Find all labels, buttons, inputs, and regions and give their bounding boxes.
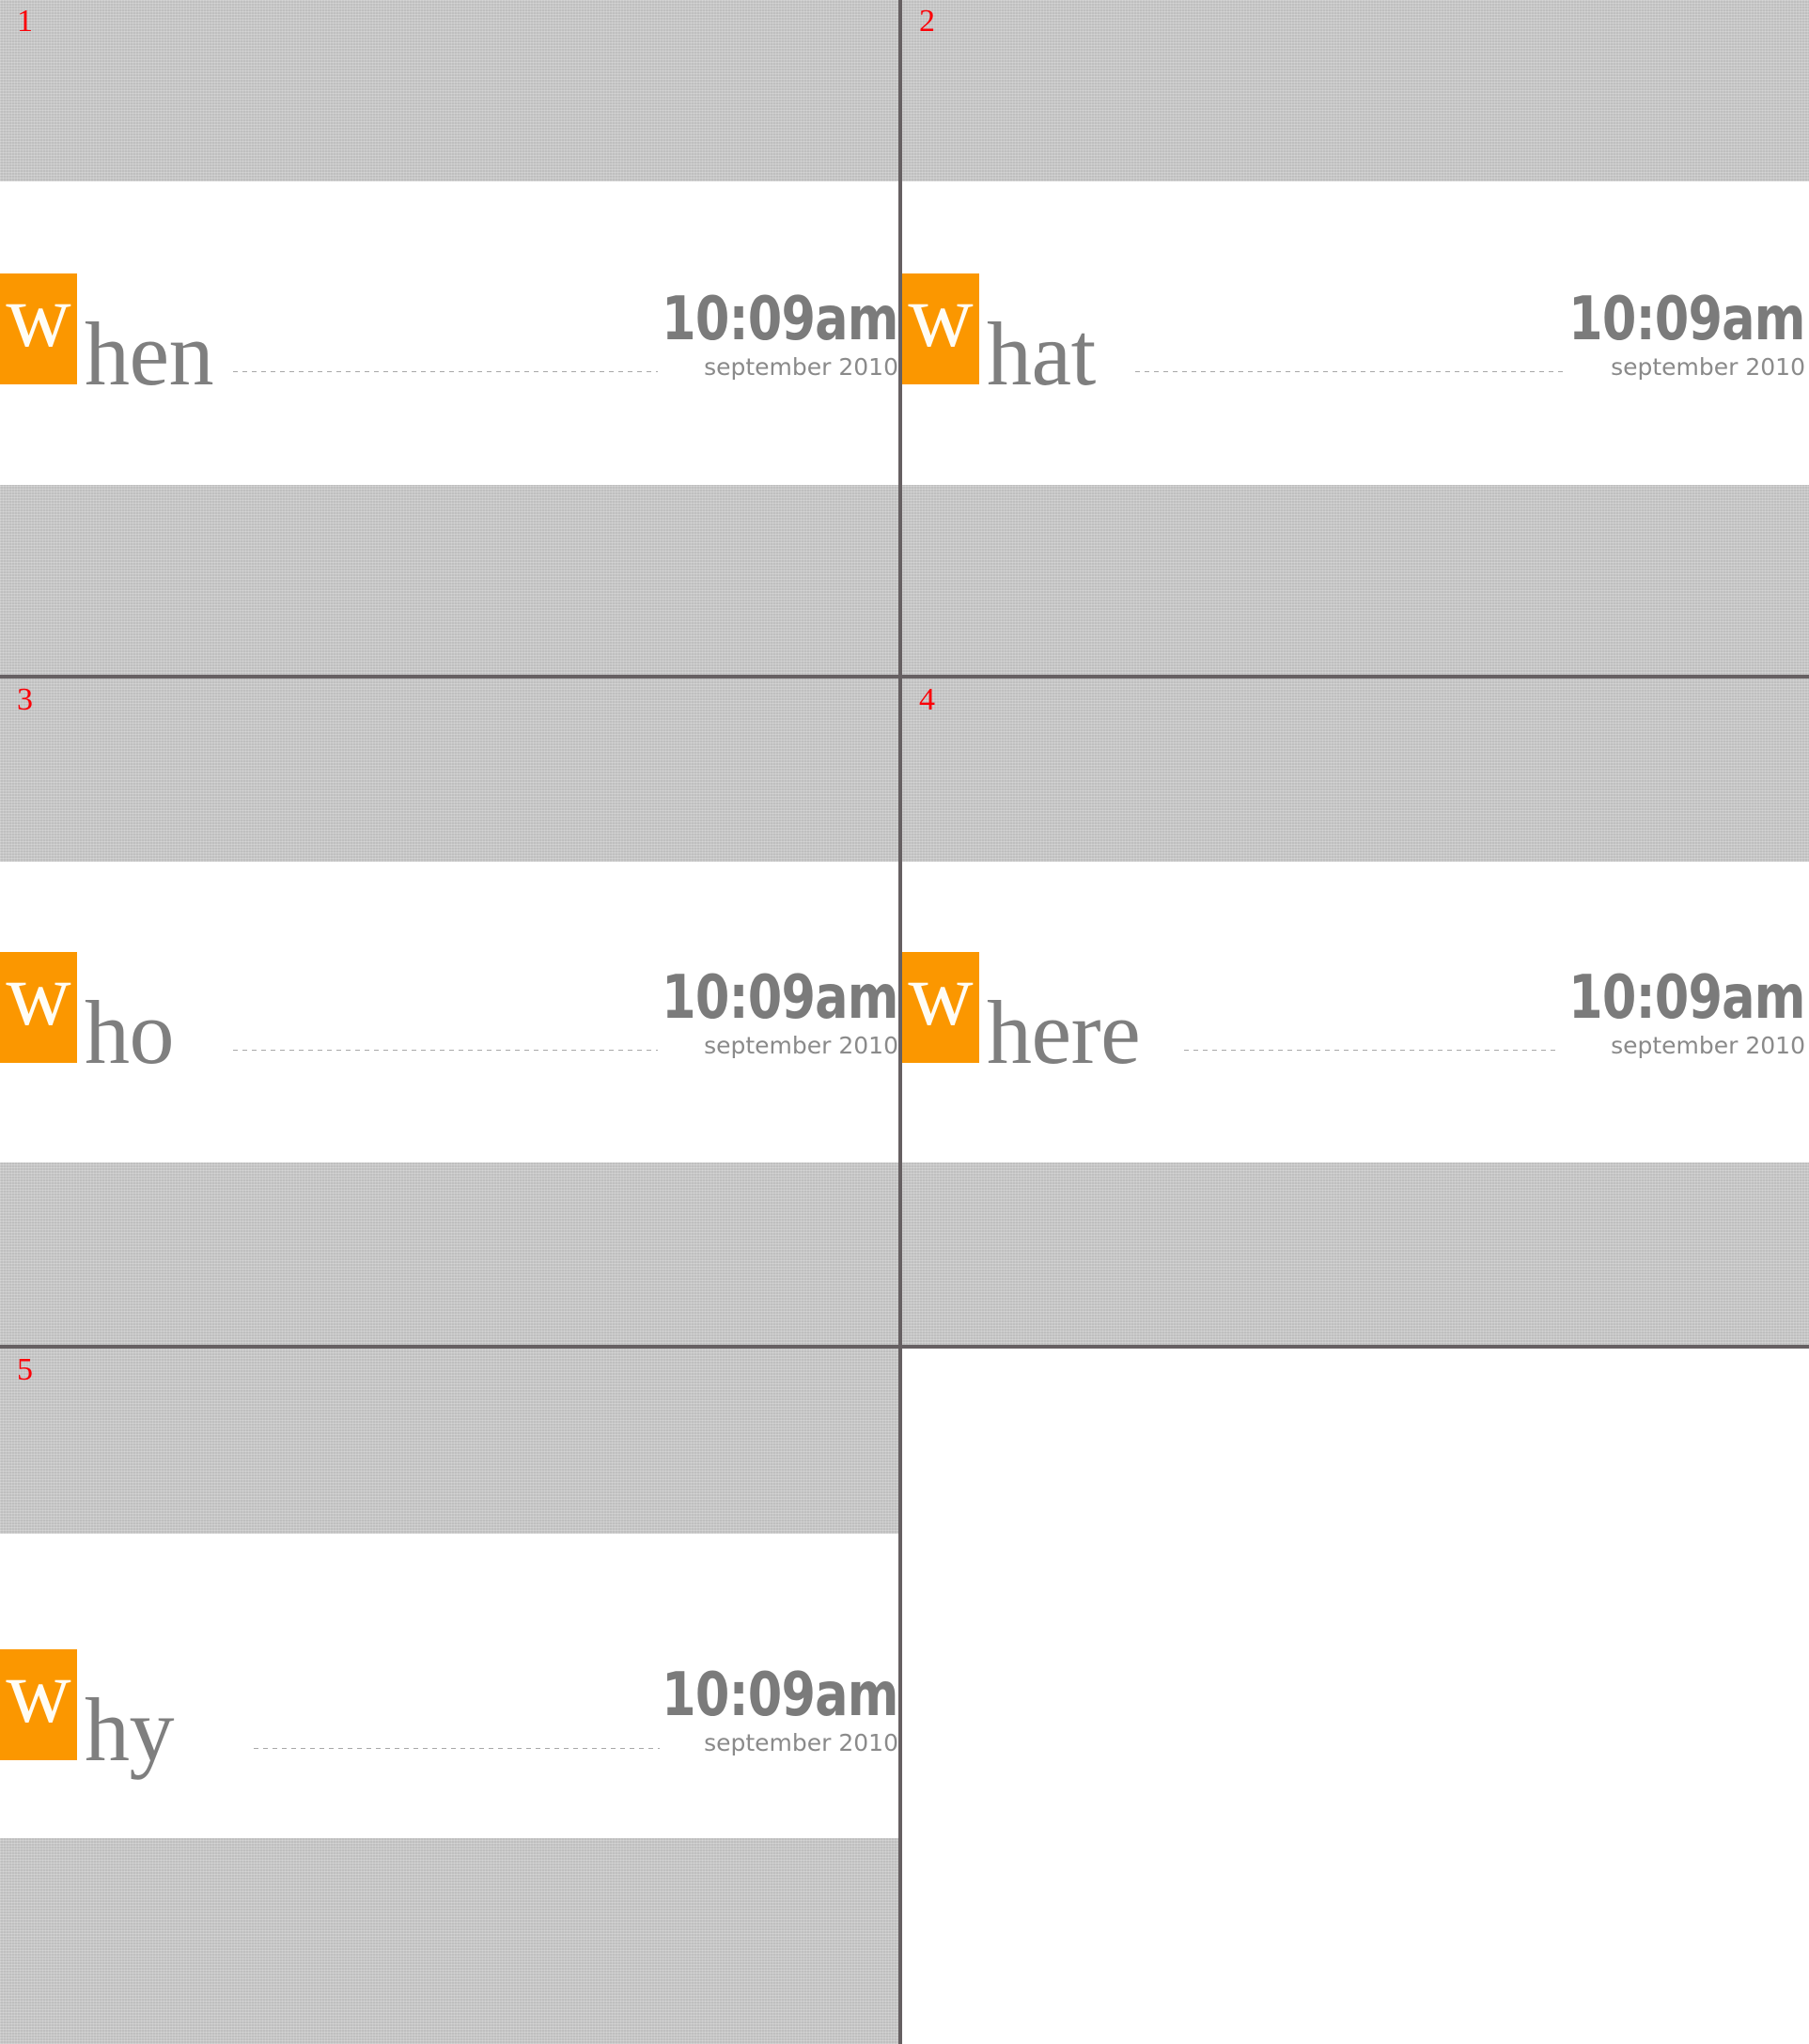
- orange-initial-box: w: [0, 1641, 77, 1760]
- headline-word-remainder: hen: [85, 304, 214, 404]
- headline-dotted-rule: [254, 1747, 660, 1749]
- headline-dotted-rule: [233, 1049, 658, 1051]
- headline-when: w hen: [0, 265, 214, 404]
- captured-page-5: w hy 10:09am september 2010: [0, 1349, 902, 2044]
- capture-tile-empty: [902, 1349, 1809, 2044]
- gray-band-top: [902, 679, 1809, 862]
- headline-who: w ho: [0, 944, 175, 1083]
- clock-date: september 2010: [704, 352, 898, 381]
- clock-block-4: 10:09am september 2010: [1517, 963, 1806, 1059]
- initial-letter-w: w: [6, 944, 71, 1044]
- tile-index-number: 4: [919, 682, 935, 717]
- screenshot-tile-grid: w hen 10:09am september 2010 1 w hat 10:…: [0, 0, 1809, 2044]
- gray-band-bottom: [0, 1162, 902, 1349]
- clock-block-1: 10:09am september 2010: [610, 285, 899, 381]
- initial-letter-w: w: [6, 265, 71, 366]
- clock-time: 10:09am: [1568, 285, 1806, 354]
- headline-what: w hat: [902, 265, 1096, 404]
- initial-letter-w: w: [908, 944, 974, 1044]
- headline-word-remainder: ho: [85, 982, 175, 1083]
- headline-dotted-rule: [1135, 370, 1563, 372]
- headline-word-remainder: hat: [987, 304, 1096, 404]
- headline-dotted-rule: [1184, 1049, 1560, 1051]
- clock-time: 10:09am: [662, 285, 899, 354]
- gray-band-top: [0, 0, 902, 181]
- gray-band-bottom: [902, 1162, 1809, 1349]
- capture-tile-3[interactable]: w ho 10:09am september 2010 3: [0, 679, 902, 1349]
- tile-index-number: 3: [17, 682, 33, 717]
- clock-block-3: 10:09am september 2010: [610, 963, 899, 1059]
- captured-page-2: w hat 10:09am september 2010: [902, 0, 1809, 679]
- headline-dotted-rule: [233, 370, 658, 372]
- capture-tile-2[interactable]: w hat 10:09am september 2010 2: [902, 0, 1809, 679]
- initial-letter-w: w: [908, 265, 974, 366]
- gray-band-top: [0, 1349, 902, 1534]
- captured-page-3: w ho 10:09am september 2010: [0, 679, 902, 1349]
- orange-initial-box: w: [0, 944, 77, 1063]
- gray-band-bottom: [0, 485, 902, 679]
- headline-word-remainder: here: [987, 982, 1141, 1083]
- gray-band-top: [902, 0, 1809, 181]
- capture-tile-1[interactable]: w hen 10:09am september 2010 1: [0, 0, 902, 679]
- clock-date: september 2010: [704, 1728, 898, 1756]
- orange-initial-box: w: [902, 265, 979, 384]
- clock-date: september 2010: [704, 1031, 898, 1059]
- clock-block-2: 10:09am september 2010: [1517, 285, 1806, 381]
- tile-index-number: 5: [17, 1352, 33, 1387]
- gray-band-top: [0, 679, 902, 862]
- orange-initial-box: w: [0, 265, 77, 384]
- captured-page-4: w here 10:09am september 2010: [902, 679, 1809, 1349]
- gray-band-bottom: [0, 1838, 902, 2044]
- gray-band-bottom: [902, 485, 1809, 679]
- capture-tile-4[interactable]: w here 10:09am september 2010 4: [902, 679, 1809, 1349]
- clock-time: 10:09am: [1568, 963, 1806, 1033]
- tile-index-number: 2: [919, 4, 935, 39]
- tile-index-number: 1: [17, 4, 33, 39]
- headline-word-remainder: hy: [85, 1679, 175, 1780]
- headline-why: w hy: [0, 1641, 175, 1780]
- captured-page-1: w hen 10:09am september 2010: [0, 0, 902, 679]
- clock-block-5: 10:09am september 2010: [610, 1661, 899, 1756]
- headline-where: w here: [902, 944, 1141, 1083]
- clock-time: 10:09am: [662, 1661, 899, 1730]
- orange-initial-box: w: [902, 944, 979, 1063]
- clock-date: september 2010: [1611, 352, 1805, 381]
- clock-date: september 2010: [1611, 1031, 1805, 1059]
- capture-tile-5[interactable]: w hy 10:09am september 2010 5: [0, 1349, 902, 2044]
- clock-time: 10:09am: [662, 963, 899, 1033]
- initial-letter-w: w: [6, 1641, 71, 1741]
